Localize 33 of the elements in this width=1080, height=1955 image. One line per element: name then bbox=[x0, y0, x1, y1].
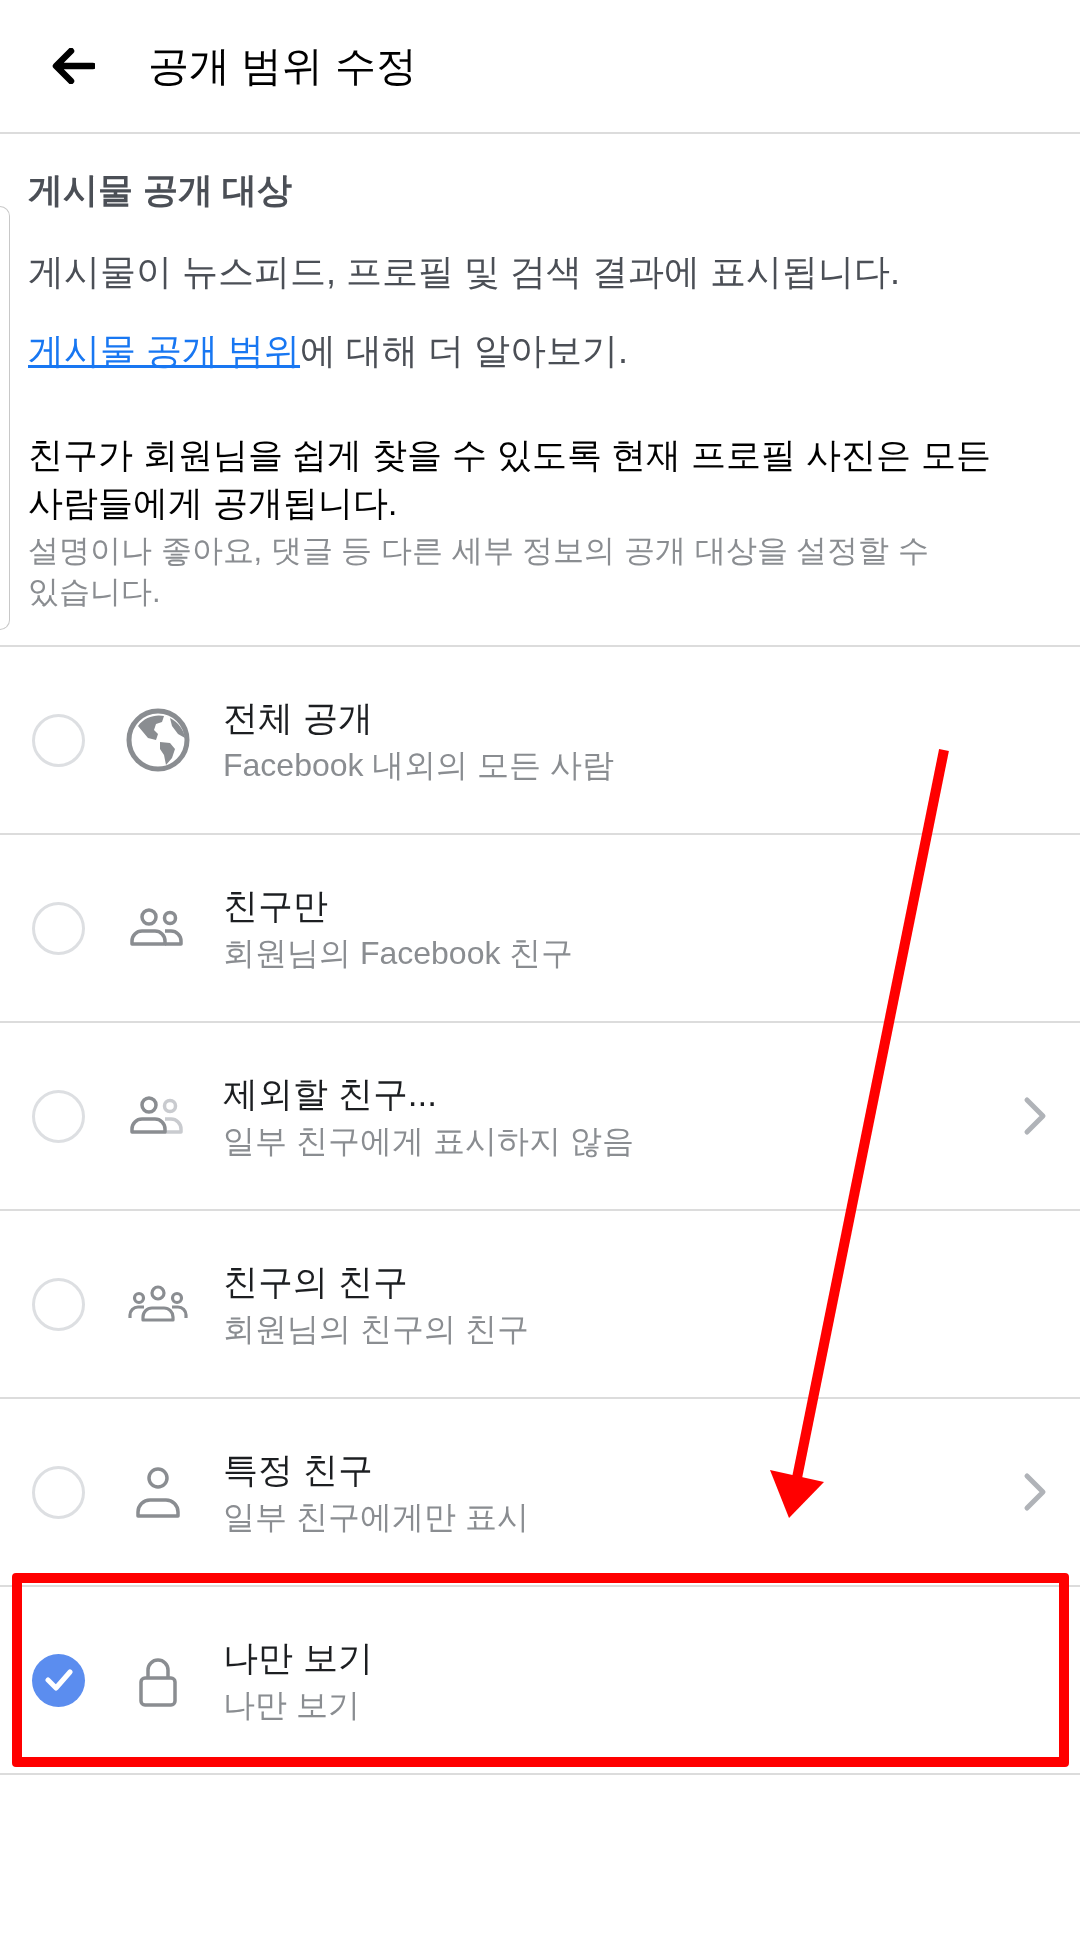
details-note: 설명이나 좋아요, 댓글 등 다른 세부 정보의 공개 대상을 설정할 수 있습니다. bbox=[28, 532, 930, 611]
radio-button[interactable] bbox=[32, 1653, 85, 1707]
radio-button[interactable] bbox=[32, 901, 85, 955]
option-subtitle: 회원님의 Facebook 친구 bbox=[223, 934, 575, 973]
privacy-option[interactable]: 친구의 친구 회원님의 친구의 친구 bbox=[0, 1209, 1080, 1397]
globe-icon bbox=[126, 708, 190, 772]
description-text: 게시물이 뉴스피드, 프로필 및 검색 결과에 표시됩니다. bbox=[28, 250, 901, 294]
option-title: 전체 공개 bbox=[223, 697, 374, 739]
option-title: 특정 친구 bbox=[223, 1449, 374, 1491]
option-title: 친구만 bbox=[223, 885, 329, 927]
page-title: 공개 범위 수정 bbox=[148, 42, 417, 91]
radio-button[interactable] bbox=[32, 713, 85, 767]
back-arrow-icon bbox=[51, 48, 95, 84]
privacy-option[interactable]: 친구만 회원님의 Facebook 친구 bbox=[0, 833, 1080, 1021]
privacy-link[interactable]: 게시물 공개 범위 bbox=[28, 330, 300, 371]
option-subtitle: 회원님의 친구의 친구 bbox=[223, 1310, 530, 1349]
radio-button[interactable] bbox=[32, 1465, 85, 1519]
radio-button[interactable] bbox=[32, 1277, 85, 1331]
learn-more-text: 게시물 공개 범위에 대해 더 알아보기. bbox=[28, 329, 630, 373]
radio-button[interactable] bbox=[32, 1089, 85, 1143]
privacy-option[interactable]: 나만 보기 나만 보기 bbox=[0, 1585, 1080, 1773]
section-heading: 게시물 공개 대상 bbox=[28, 170, 294, 210]
option-subtitle: 나만 보기 bbox=[223, 1686, 361, 1725]
option-subtitle: 일부 친구에게만 표시 bbox=[223, 1498, 530, 1537]
option-subtitle: Facebook 내외의 모든 사람 bbox=[223, 746, 616, 785]
check-icon bbox=[44, 1669, 73, 1691]
option-title: 제외할 친구... bbox=[223, 1073, 438, 1115]
profile-photo-notice: 친구가 회원님을 쉽게 찾을 수 있도록 현재 프로필 사진은 모든 사람들에게 공개됩니다. bbox=[28, 434, 992, 524]
option-subtitle: 일부 친구에게 표시하지 않음 bbox=[223, 1122, 635, 1161]
privacy-option[interactable]: 제외할 친구... 일부 친구에게 표시하지 않음 bbox=[0, 1021, 1080, 1209]
privacy-option[interactable]: 전체 공개 Facebook 내외의 모든 사람 bbox=[0, 645, 1080, 833]
option-title: 나만 보기 bbox=[223, 1637, 374, 1679]
option-title: 친구의 친구 bbox=[223, 1261, 409, 1303]
